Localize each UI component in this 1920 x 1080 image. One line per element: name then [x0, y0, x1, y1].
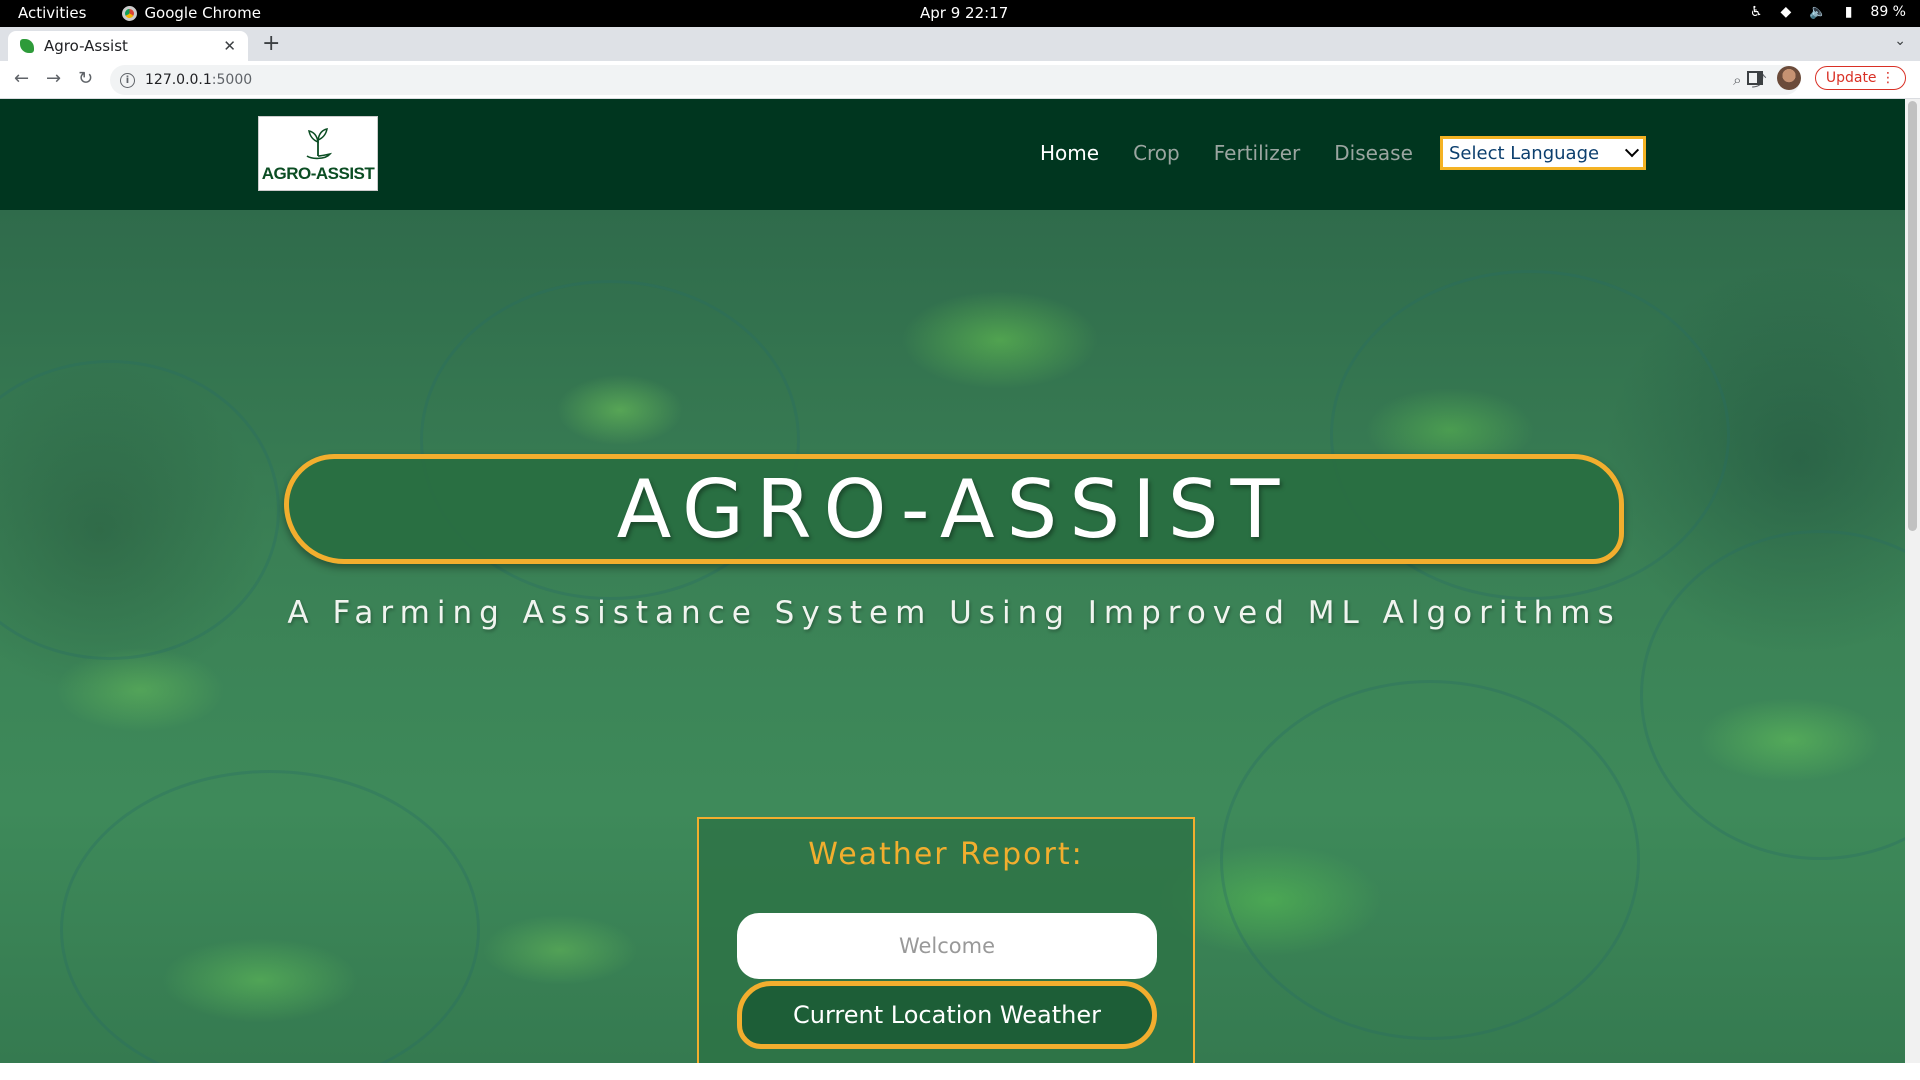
weather-input[interactable]: Welcome: [737, 913, 1157, 979]
tab-title: Agro-Assist: [44, 37, 128, 55]
current-location-weather-button[interactable]: Current Location Weather: [737, 981, 1157, 1049]
nav-crop[interactable]: Crop: [1133, 141, 1180, 165]
nav-fertilizer[interactable]: Fertilizer: [1214, 141, 1300, 165]
hero-title: AGRO-ASSIST: [616, 462, 1292, 556]
zoom-icon[interactable]: ⌕: [1733, 71, 1741, 89]
nav-disease[interactable]: Disease: [1334, 141, 1413, 165]
language-select[interactable]: Select Language: [1440, 136, 1646, 170]
chrome-icon: [122, 5, 138, 21]
weather-title: Weather Report:: [808, 837, 1084, 872]
logo-text: AGRO-ASSIST: [261, 164, 375, 183]
background-pot: [60, 770, 480, 1063]
system-tray[interactable]: ♿ ◆ 🔈 ▮ 89 %: [1750, 4, 1906, 20]
side-panel-icon[interactable]: [1746, 71, 1763, 85]
url-host: 127.0.0.1: [145, 72, 212, 88]
wifi-icon: ◆: [1780, 4, 1792, 20]
chevron-down-icon[interactable]: ⌄: [1894, 33, 1906, 49]
weather-report-card: Weather Report: Welcome Current Location…: [697, 817, 1195, 1063]
leaf-icon: [20, 39, 34, 53]
browser-toolbar: ← → ↻ i 127.0.0.1:5000 ⌕ ⤴ ☆ Update ⋮: [0, 61, 1920, 99]
battery-level: 89 %: [1870, 4, 1906, 20]
activities-button[interactable]: Activities: [18, 4, 86, 22]
page-scrollbar[interactable]: [1905, 99, 1920, 1063]
update-label: Update: [1825, 70, 1877, 86]
profile-avatar[interactable]: [1776, 66, 1801, 90]
site-logo[interactable]: AGRO-ASSIST: [258, 116, 378, 191]
clock[interactable]: Apr 9 22:17: [920, 4, 1008, 22]
chevron-down-icon: [1624, 143, 1640, 158]
bottom-strip: [0, 1063, 1920, 1080]
new-tab-button[interactable]: +: [262, 31, 280, 56]
update-button[interactable]: Update ⋮: [1814, 66, 1906, 90]
accessibility-icon: ♿: [1749, 4, 1763, 20]
app-menu[interactable]: Google Chrome: [122, 4, 261, 22]
language-select-value: Select Language: [1449, 142, 1600, 164]
nav-home[interactable]: Home: [1040, 141, 1099, 165]
hero-title-box: AGRO-ASSIST: [284, 454, 1624, 564]
page-viewport: AGRO-ASSIST Home Crop Fertilizer Disease…: [0, 99, 1905, 1063]
site-navbar: AGRO-ASSIST Home Crop Fertilizer Disease…: [0, 99, 1905, 210]
hero-section: AGRO-ASSIST A Farming Assistance System …: [0, 210, 1905, 1063]
scrollbar-thumb[interactable]: [1908, 101, 1917, 531]
tab-strip: Agro-Assist ✕ + ⌄: [0, 27, 1920, 61]
forward-arrow-icon[interactable]: →: [46, 68, 61, 89]
volume-icon: 🔈: [1809, 4, 1827, 20]
address-bar[interactable]: i 127.0.0.1:5000 ⌕ ⤴ ☆: [110, 65, 1800, 95]
back-arrow-icon[interactable]: ←: [14, 68, 29, 89]
background-pot: [1640, 530, 1905, 860]
app-name: Google Chrome: [144, 4, 261, 22]
main-nav: Home Crop Fertilizer Disease: [1040, 141, 1413, 165]
url-port: :5000: [211, 72, 253, 88]
background-pot: [0, 360, 280, 660]
close-icon[interactable]: ✕: [223, 37, 236, 55]
background-pot: [1220, 680, 1640, 1040]
os-top-bar: Activities Google Chrome Apr 9 22:17 ♿ ◆…: [0, 0, 1920, 27]
tab-agro-assist[interactable]: Agro-Assist ✕: [8, 31, 248, 61]
reload-icon[interactable]: ↻: [78, 68, 93, 89]
hero-subtitle: A Farming Assistance System Using Improv…: [287, 595, 1621, 631]
url-text[interactable]: 127.0.0.1:5000: [145, 72, 1723, 88]
battery-icon: ▮: [1844, 4, 1853, 20]
sprout-hand-icon: [306, 128, 333, 160]
info-icon[interactable]: i: [120, 72, 135, 88]
